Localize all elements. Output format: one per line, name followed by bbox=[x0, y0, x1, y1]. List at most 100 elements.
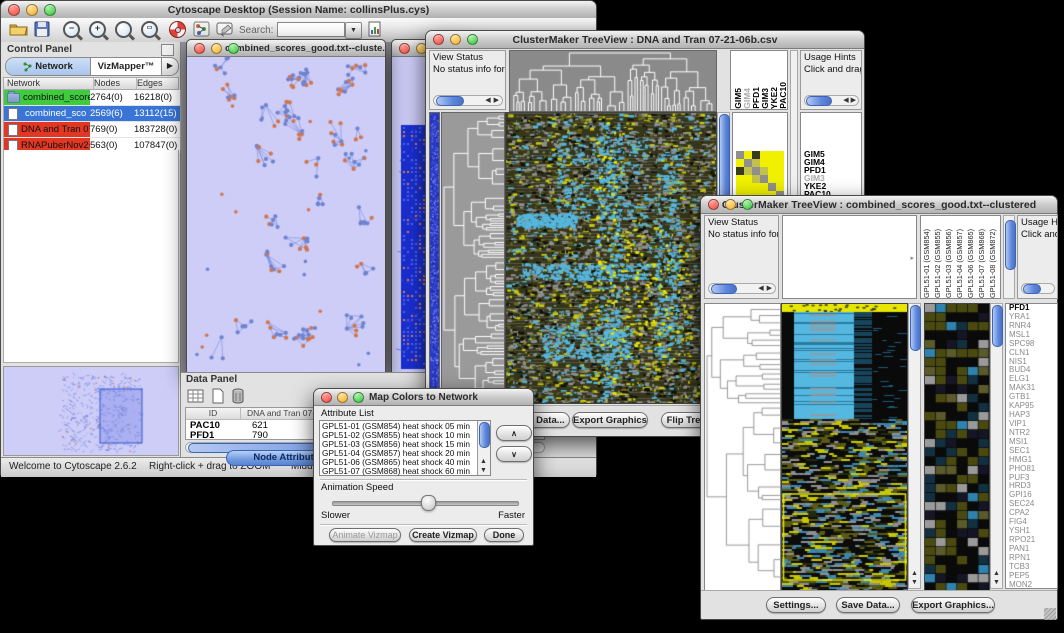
tv2-zoom-heatmap[interactable] bbox=[924, 303, 990, 591]
view-status-scrollbar[interactable]: ◀▶ bbox=[708, 283, 776, 294]
tv1-column-label[interactable]: GIM4 bbox=[742, 88, 751, 109]
settings-button[interactable]: Settings... bbox=[766, 597, 826, 613]
minimize-button[interactable] bbox=[725, 199, 736, 210]
usage-hints-scrollbar[interactable]: ◀▶ bbox=[804, 95, 859, 106]
tv1-column-label[interactable]: GIM3 bbox=[760, 88, 769, 109]
slider-thumb[interactable] bbox=[421, 495, 436, 511]
export-graphics-button[interactable]: Export Graphics... bbox=[572, 412, 648, 428]
attribute-item[interactable]: GPL51-01 (GSM854) heat shock 05 min bbox=[320, 422, 476, 431]
col-header-nodes[interactable]: Nodes bbox=[94, 78, 137, 89]
gene-label[interactable]: PAN1 bbox=[1009, 545, 1057, 554]
tv1-global-overview-strip[interactable] bbox=[429, 112, 440, 404]
tv1-column-label[interactable]: GIM5 bbox=[733, 88, 742, 109]
zoom-button[interactable] bbox=[742, 199, 753, 210]
tv1-column-label[interactable]: PFD1 bbox=[751, 87, 760, 109]
gene-label[interactable]: RPN1 bbox=[1009, 554, 1057, 563]
gene-label[interactable]: PFD1 bbox=[1009, 304, 1057, 313]
network-window-1-titlebar[interactable]: combined_scores_good.txt--cluste... bbox=[187, 40, 385, 57]
report-icon[interactable] bbox=[367, 21, 387, 39]
gene-label[interactable]: RPO21 bbox=[1009, 536, 1057, 545]
save-data-button[interactable]: Save Data... bbox=[836, 597, 900, 613]
gene-label[interactable]: TCB3 bbox=[1009, 563, 1057, 572]
float-panel-icon[interactable] bbox=[161, 44, 174, 56]
tv2-column-label[interactable]: GPL51-04 (GSM857) bbox=[955, 229, 966, 298]
move-down-button[interactable]: ∨ bbox=[496, 446, 532, 462]
gene-label[interactable]: MSL1 bbox=[1009, 331, 1057, 340]
tv2-column-label[interactable]: GPL51-03 (GSM856) bbox=[944, 229, 955, 298]
search-dropdown-arrow[interactable]: ▼ bbox=[345, 22, 362, 39]
tv1-column-label[interactable]: YKE2 bbox=[769, 87, 778, 109]
move-up-button[interactable]: ∧ bbox=[496, 425, 532, 441]
resize-grip[interactable] bbox=[1044, 608, 1056, 620]
gene-label[interactable]: CPA2 bbox=[1009, 509, 1057, 518]
zoom-out-icon[interactable]: − bbox=[63, 21, 83, 39]
attribute-item[interactable]: GPL51-02 (GSM855) heat shock 10 min bbox=[320, 431, 476, 440]
treeview2-titlebar[interactable]: ClusterMaker TreeView : combined_scores_… bbox=[701, 196, 1057, 214]
network-overview-icon[interactable] bbox=[193, 21, 213, 39]
usage-hints-scrollbar[interactable] bbox=[1021, 283, 1055, 294]
zoom-fit-icon[interactable]: ▭ bbox=[141, 21, 161, 39]
gene-label[interactable]: ELG1 bbox=[1009, 375, 1057, 384]
gene-label[interactable]: VIP1 bbox=[1009, 420, 1057, 429]
gene-label[interactable]: SEC24 bbox=[1009, 500, 1057, 509]
zoom-button[interactable] bbox=[353, 392, 364, 403]
gene-label[interactable]: RNR4 bbox=[1009, 322, 1057, 331]
zoom-button[interactable] bbox=[44, 4, 56, 16]
save-session-icon[interactable] bbox=[34, 21, 54, 39]
annotation-icon[interactable] bbox=[216, 21, 236, 39]
network-row[interactable]: combined_sco2569(6)13112(15) bbox=[4, 106, 180, 122]
gene-label[interactable]: HRD3 bbox=[1009, 482, 1057, 491]
delete-attribute-icon[interactable] bbox=[231, 388, 245, 409]
animation-speed-slider[interactable] bbox=[332, 495, 517, 509]
attribute-item[interactable]: GPL51-04 (GSM857) heat shock 20 min bbox=[320, 449, 476, 458]
gene-label[interactable]: MSI1 bbox=[1009, 438, 1057, 447]
tv2-column-label[interactable]: GPL51-06 (GSM865) bbox=[966, 229, 977, 298]
tab-overflow-arrow[interactable]: ▶ bbox=[161, 58, 178, 75]
minimize-button[interactable] bbox=[211, 43, 222, 54]
close-button[interactable] bbox=[8, 4, 20, 16]
tv2-column-label[interactable]: GPL51-08 (GSM872) bbox=[988, 229, 999, 298]
tab-vizmapper[interactable]: VizMapper™ bbox=[91, 58, 161, 75]
minimize-button[interactable] bbox=[26, 4, 38, 16]
gene-label[interactable]: MON2 bbox=[1009, 581, 1057, 589]
gene-label[interactable]: MAK31 bbox=[1009, 384, 1057, 393]
gene-label[interactable]: YRA1 bbox=[1009, 313, 1057, 322]
gene-label[interactable]: BUD4 bbox=[1009, 366, 1057, 375]
help-icon[interactable] bbox=[169, 21, 189, 39]
attribute-item[interactable]: GPL51-03 (GSM856) heat shock 15 min bbox=[320, 440, 476, 449]
tv1-column-label[interactable]: PAC10 bbox=[778, 82, 787, 109]
col-header-edges[interactable]: Edges bbox=[137, 78, 178, 89]
create-vizmap-button[interactable]: Create Vizmap bbox=[409, 528, 477, 542]
main-title-bar[interactable]: Cytoscape Desktop (Session Name: collins… bbox=[1, 1, 596, 19]
view-status-scrollbar[interactable]: ◀▶ bbox=[433, 95, 503, 106]
gene-label[interactable]: SPC98 bbox=[1009, 340, 1057, 349]
minimize-button[interactable] bbox=[337, 392, 348, 403]
gene-label[interactable]: FIG4 bbox=[1009, 518, 1057, 527]
gene-label[interactable]: HMG1 bbox=[1009, 456, 1057, 465]
tv2-zoom-vscrollbar[interactable]: ▲ ▼ bbox=[990, 303, 1003, 589]
network-row[interactable]: combined_scores2764(0)16218(0) bbox=[4, 90, 180, 106]
treeview1-titlebar[interactable]: ClusterMaker TreeView : DNA and Tran 07-… bbox=[426, 31, 864, 49]
close-button[interactable] bbox=[194, 43, 205, 54]
tv2-row-dendrogram[interactable] bbox=[704, 303, 781, 591]
search-input[interactable] bbox=[277, 22, 345, 37]
zoom-selected-icon[interactable] bbox=[115, 21, 135, 39]
gene-label[interactable]: PHO81 bbox=[1009, 465, 1057, 474]
gene-label[interactable]: PUF3 bbox=[1009, 474, 1057, 483]
gene-label[interactable]: CLN1 bbox=[1009, 349, 1057, 358]
attribute-select-icon[interactable] bbox=[187, 388, 205, 409]
close-button[interactable] bbox=[708, 199, 719, 210]
tv1-heatmap[interactable] bbox=[505, 112, 717, 404]
close-button[interactable] bbox=[321, 392, 332, 403]
open-session-icon[interactable] bbox=[9, 21, 29, 39]
gene-label[interactable]: GPI16 bbox=[1009, 491, 1057, 500]
tv2-heatmap[interactable] bbox=[781, 303, 908, 591]
dialog-titlebar[interactable]: Map Colors to Network bbox=[314, 389, 533, 406]
gene-label[interactable]: HAP3 bbox=[1009, 411, 1057, 420]
animate-vizmap-button[interactable]: Animate Vizmap bbox=[329, 528, 401, 542]
tab-network[interactable]: Network bbox=[6, 58, 91, 75]
close-button[interactable] bbox=[399, 43, 410, 54]
table-header-id[interactable]: ID bbox=[186, 408, 241, 419]
network-canvas-1[interactable] bbox=[187, 57, 385, 373]
gene-label[interactable]: NTR2 bbox=[1009, 429, 1057, 438]
